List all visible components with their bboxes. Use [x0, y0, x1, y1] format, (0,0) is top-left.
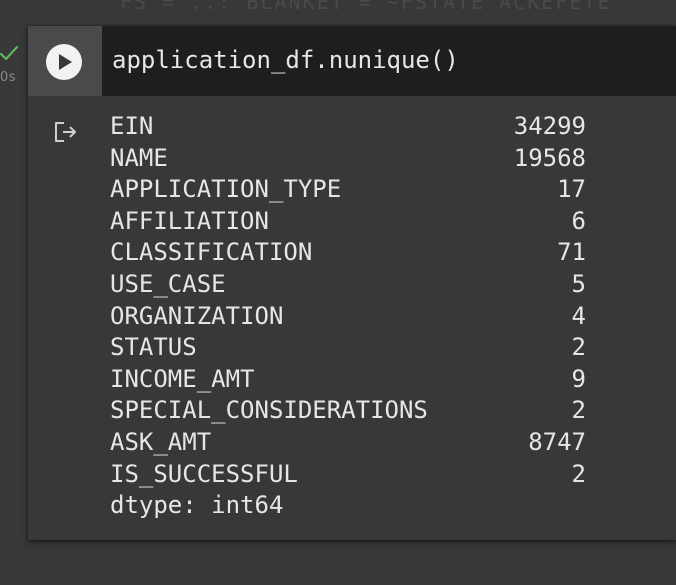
column-name: USE_CASE: [110, 269, 226, 298]
unique-count: 2: [571, 333, 586, 362]
unique-count: 4: [571, 301, 586, 330]
run-area: [28, 26, 102, 96]
column-name: STATUS: [110, 333, 197, 362]
output-row: INCOME_AMT 9: [110, 364, 586, 396]
output-row: NAME 19568: [110, 143, 586, 175]
execution-time: 0s: [0, 70, 17, 85]
run-cell-button[interactable]: [46, 44, 82, 80]
output-row: IS_SUCCESSFUL 2: [110, 459, 586, 491]
column-name: NAME: [110, 143, 168, 172]
unique-count: 5: [571, 269, 586, 298]
column-name: AFFILIATION: [110, 206, 269, 235]
output-action-icon[interactable]: [52, 118, 80, 146]
output-row: USE_CASE 5: [110, 269, 586, 301]
previous-cell-edge: FS = ..: BLANKET = ~FSTATE ACKEFETE: [0, 0, 676, 26]
unique-count: 6: [571, 206, 586, 235]
column-name: CLASSIFICATION: [110, 238, 313, 267]
cell-output: EIN 34299 NAME 19568 APPLICATION_TYPE 17…: [28, 96, 676, 540]
previous-cell-text: FS = ..: BLANKET = ~FSTATE ACKEFETE: [120, 0, 612, 14]
column-name: APPLICATION_TYPE: [110, 175, 342, 204]
unique-count: 9: [571, 364, 586, 393]
output-row: ORGANIZATION 4: [110, 301, 586, 333]
code-line: application_df.nunique(): [112, 46, 459, 74]
column-name: EIN: [110, 112, 154, 140]
output-row: STATUS 2: [110, 332, 586, 364]
column-name: INCOME_AMT: [110, 364, 255, 393]
code-cell[interactable]: application_df.nunique() EIN 34299 NAME …: [28, 26, 676, 540]
output-row: SPECIAL_CONSIDERATIONS 2: [110, 395, 586, 427]
check-icon: [0, 45, 19, 61]
column-name: ASK_AMT: [110, 427, 212, 456]
output-row: ASK_AMT 8747: [110, 427, 586, 459]
column-name: IS_SUCCESSFUL: [110, 459, 298, 488]
unique-count: 8747: [528, 427, 586, 456]
output-row: CLASSIFICATION 71: [110, 237, 586, 269]
play-icon: [59, 54, 72, 70]
column-name: ORGANIZATION: [110, 301, 284, 330]
unique-count: 34299: [513, 112, 586, 140]
output-row: EIN 34299: [110, 111, 586, 143]
cell-gutter: [0, 26, 28, 570]
unique-count: 17: [557, 175, 586, 204]
unique-count: 2: [571, 396, 586, 425]
column-name: SPECIAL_CONSIDERATIONS: [110, 396, 428, 425]
unique-count: 71: [557, 238, 586, 267]
unique-count: 19568: [513, 143, 586, 172]
output-text: EIN 34299 NAME 19568 APPLICATION_TYPE 17…: [110, 111, 586, 522]
unique-count: 2: [571, 459, 586, 488]
code-editor[interactable]: application_df.nunique(): [102, 26, 676, 96]
output-row: APPLICATION_TYPE 17: [110, 174, 586, 206]
output-row: AFFILIATION 6: [110, 206, 586, 238]
